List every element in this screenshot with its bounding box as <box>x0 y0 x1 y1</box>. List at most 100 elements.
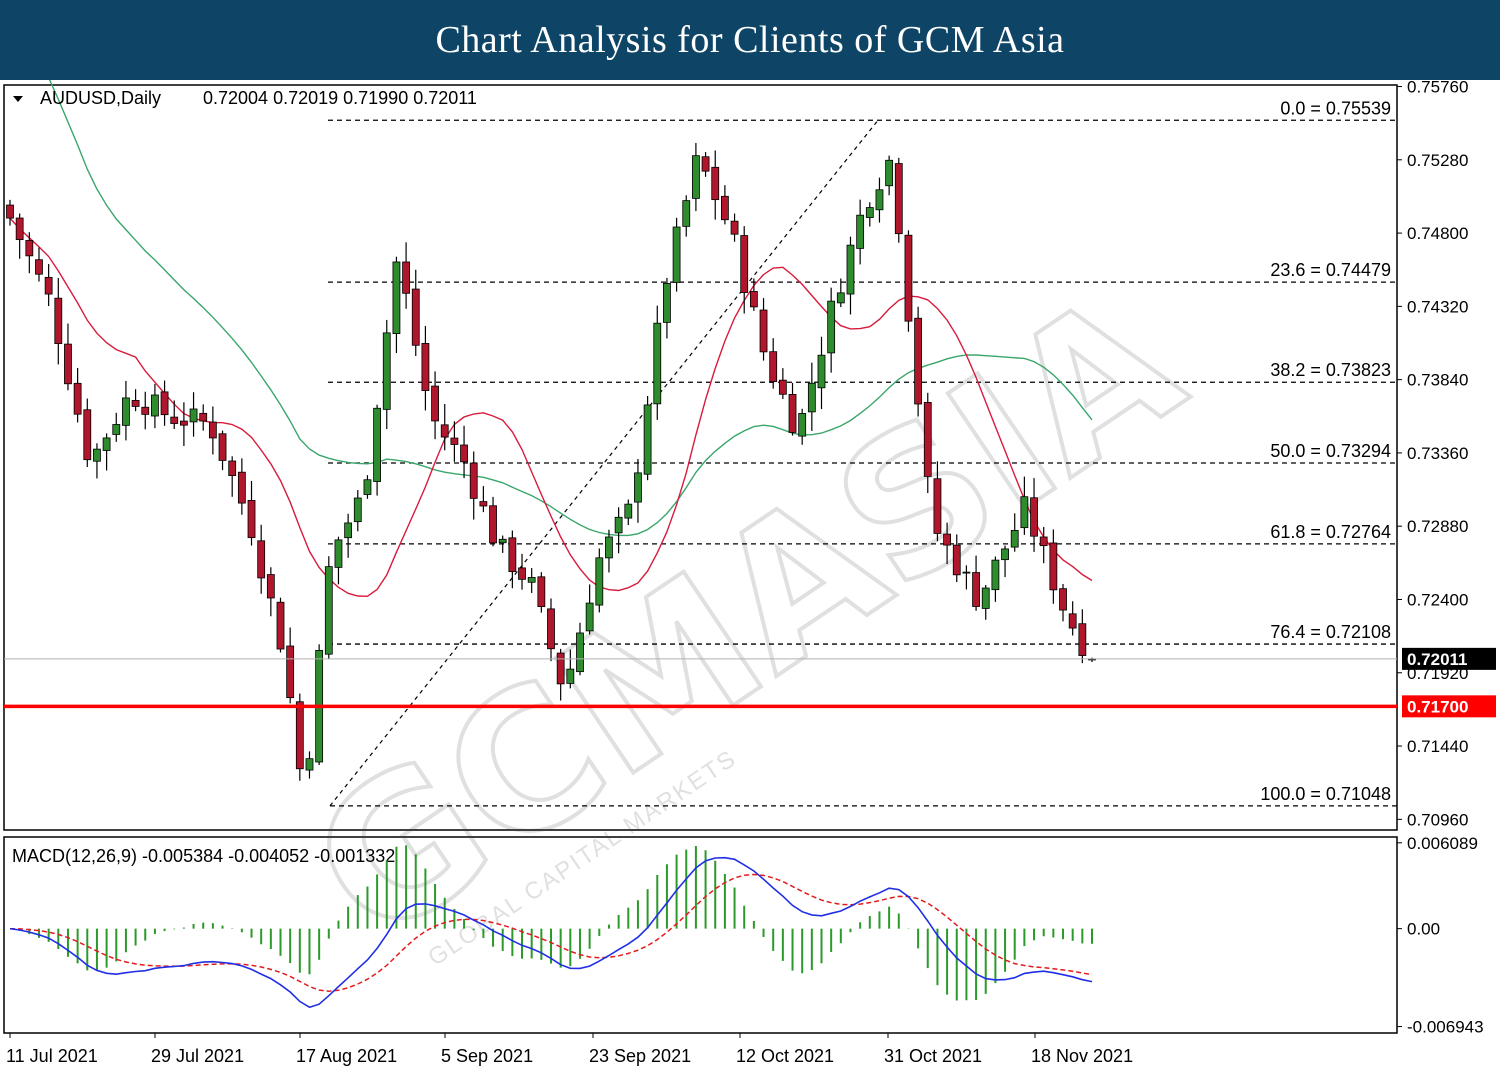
macd-panel-frame <box>3 836 1398 1034</box>
candle-body <box>228 460 237 477</box>
candle-body <box>247 499 256 539</box>
candle-body <box>1001 548 1009 561</box>
candle-body <box>1010 529 1019 548</box>
candle-body <box>334 539 343 568</box>
current-price-label: 0.72011 <box>1407 650 1468 669</box>
candle-body <box>865 207 874 218</box>
candle-body <box>112 424 121 435</box>
candle-body <box>102 437 111 451</box>
candle-body <box>817 354 826 389</box>
candle-body <box>353 497 362 523</box>
candle-body <box>518 567 526 580</box>
candle-body <box>827 300 836 354</box>
price-tick-label: 0.73840 <box>1407 371 1468 390</box>
candle-body <box>701 156 710 172</box>
candle-body <box>904 234 913 322</box>
candle-body <box>614 516 623 534</box>
candle-body <box>1068 613 1077 629</box>
candle-body <box>295 701 304 770</box>
candle-body <box>498 538 507 544</box>
fib-level-label: 23.6 = 0.74479 <box>1270 260 1391 280</box>
candle-body <box>199 412 208 422</box>
candle-body <box>1078 623 1087 656</box>
candle-body <box>788 393 797 433</box>
candle-body <box>798 413 807 437</box>
price-tick-label: 0.72880 <box>1407 517 1468 536</box>
price-tick-label: 0.71440 <box>1407 737 1468 756</box>
candle-body <box>875 189 884 211</box>
price-tick-label: 0.73360 <box>1407 444 1468 463</box>
candle-body <box>392 261 401 334</box>
date-label: 29 Jul 2021 <box>151 1046 244 1066</box>
date-label: 12 Oct 2021 <box>736 1046 834 1066</box>
candle-body <box>450 437 459 445</box>
candle-body <box>1039 536 1048 547</box>
price-tick-label: 0.74320 <box>1407 297 1468 316</box>
candle-body <box>605 536 613 559</box>
support-price-label: 0.71700 <box>1407 697 1468 716</box>
candle-body <box>179 420 188 426</box>
fib-level-label: 0.0 = 0.75539 <box>1280 98 1391 118</box>
candle-body <box>363 479 372 495</box>
candle-body <box>141 406 150 415</box>
candle-body <box>566 668 575 684</box>
candle-body <box>576 632 584 673</box>
candle-body <box>894 163 903 235</box>
candle-body <box>54 297 63 344</box>
fib-level-label: 38.2 = 0.73823 <box>1270 360 1391 380</box>
date-label: 18 Nov 2021 <box>1031 1046 1133 1066</box>
candle-body <box>15 217 24 241</box>
candle-body <box>44 276 53 295</box>
candle-body <box>460 444 468 463</box>
candle-body <box>643 404 652 475</box>
macd-label: MACD(12,26,9) -0.005384 -0.004052 -0.001… <box>12 846 395 866</box>
candle-body <box>981 587 990 609</box>
macd-tick-label: 0.006089 <box>1407 834 1478 853</box>
candle-body <box>730 220 739 235</box>
candle-body <box>64 343 72 385</box>
price-tick-label: 0.74800 <box>1407 224 1468 243</box>
candle-body <box>25 240 34 257</box>
candle-body <box>556 652 565 685</box>
candle-body <box>943 533 951 546</box>
candle-body <box>624 503 633 519</box>
candle-body <box>692 155 700 199</box>
candle-body <box>933 478 942 534</box>
candle-body <box>962 571 971 574</box>
candle-body <box>431 385 439 422</box>
candle-body <box>634 472 642 503</box>
candle-body <box>711 166 720 201</box>
candle-body <box>131 400 140 407</box>
candle-body <box>663 282 671 323</box>
candle-body <box>382 332 391 410</box>
candle-body <box>595 557 604 606</box>
candle-body <box>537 576 546 607</box>
candle-body <box>189 408 198 423</box>
candle-body <box>93 448 101 462</box>
candle-body <box>846 244 855 295</box>
candle-body <box>508 537 517 573</box>
price-tick-label: 0.75760 <box>1407 80 1468 97</box>
candle-body <box>914 317 923 405</box>
candle-body <box>807 382 816 413</box>
date-label: 17 Aug 2021 <box>296 1046 397 1066</box>
candle-body <box>276 601 285 650</box>
candle-body <box>35 259 43 275</box>
date-label: 5 Sep 2021 <box>441 1046 533 1066</box>
candle-body <box>160 391 169 416</box>
candle-body <box>411 288 420 346</box>
macd-tick-label: 0.00 <box>1407 920 1440 939</box>
candle-body <box>122 397 130 426</box>
candle-body <box>527 577 536 583</box>
watermark: GCMASIAGLOBAL CAPITAL MARKETS <box>273 248 1218 987</box>
candle-body <box>856 214 865 249</box>
candle-body <box>344 522 353 539</box>
candle-body <box>1020 496 1029 529</box>
candle-body <box>218 433 227 461</box>
candle-body <box>923 402 932 477</box>
candle-body <box>885 159 894 187</box>
candle-body <box>672 226 681 283</box>
candle-body <box>972 572 980 607</box>
candle-body <box>740 235 749 293</box>
symbol-label: AUDUSD,Daily <box>40 88 161 108</box>
